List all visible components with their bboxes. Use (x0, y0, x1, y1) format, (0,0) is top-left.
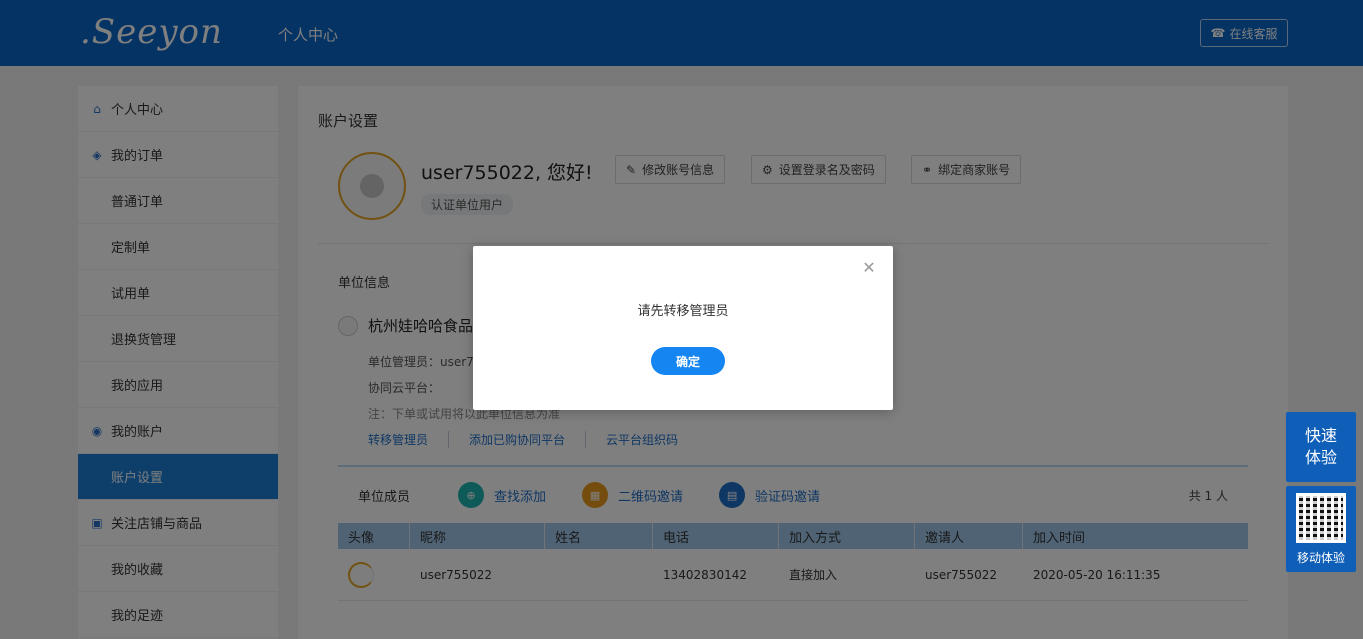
alert-dialog: ✕ 请先转移管理员 确定 (473, 246, 893, 410)
qrcode-icon (1296, 493, 1346, 543)
confirm-button[interactable]: 确定 (651, 347, 725, 375)
quick-experience-button[interactable]: 快速 体验 (1286, 412, 1356, 482)
mobile-experience-button[interactable]: 移动体验 (1286, 486, 1356, 572)
dialog-message: 请先转移管理员 (637, 304, 729, 319)
close-icon[interactable]: ✕ (862, 260, 876, 276)
